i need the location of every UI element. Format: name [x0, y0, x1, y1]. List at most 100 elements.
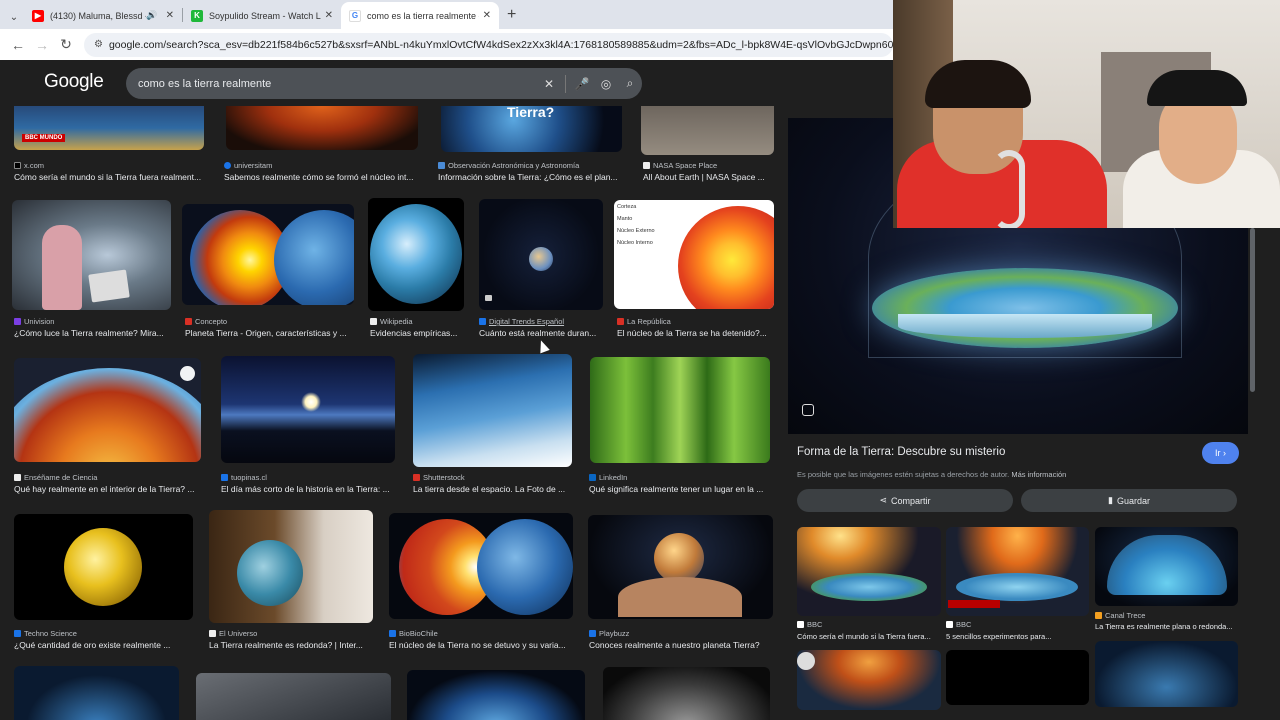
image-result[interactable]: [479, 199, 603, 310]
close-tab-icon[interactable]: ✕: [166, 10, 174, 21]
result-source[interactable]: La República: [617, 317, 671, 326]
result-caption[interactable]: La Tierra es realmente plana o redonda..…: [1095, 622, 1240, 631]
result-caption[interactable]: Qué significa realmente tener un lugar e…: [589, 484, 774, 494]
related-image[interactable]: [1095, 641, 1238, 707]
result-source[interactable]: x.com: [14, 161, 44, 170]
result-caption[interactable]: ¿Qué cantidad de oro existe realmente ..…: [14, 640, 194, 650]
related-image[interactable]: [1095, 527, 1238, 606]
tab-google[interactable]: G como es la tierra realmente - B ✕: [341, 2, 499, 29]
url-field[interactable]: ⚙ google.com/search?sca_esv=db221f584b6c…: [84, 32, 893, 57]
image-result[interactable]: [389, 513, 573, 619]
result-caption[interactable]: All About Earth | NASA Space ...: [643, 172, 773, 182]
result-source[interactable]: El Universo: [209, 629, 257, 638]
result-caption[interactable]: Planeta Tierra - Origen, características…: [185, 328, 355, 338]
result-caption[interactable]: El núcleo de la Tierra no se detuvo y su…: [389, 640, 577, 650]
image-result[interactable]: Corteza Manto Núcleo Externo Núcleo Inte…: [614, 200, 774, 309]
tab-youtube[interactable]: ▶ (4130) Maluma, Blessd - 1 c 🔊 ✕: [24, 2, 182, 29]
result-source[interactable]: Enséñame de Ciencia: [14, 473, 97, 482]
image-result[interactable]: [603, 667, 770, 720]
close-tab-icon[interactable]: ✕: [325, 10, 333, 21]
result-source[interactable]: Univision: [14, 317, 54, 326]
site-info-icon[interactable]: ⚙: [94, 39, 103, 50]
image-result[interactable]: [14, 666, 179, 720]
result-source[interactable]: universitam: [224, 161, 272, 170]
share-button[interactable]: ⋖ Compartir: [797, 489, 1013, 512]
new-tab-icon[interactable]: +: [507, 6, 516, 24]
result-source[interactable]: BioBioChile: [389, 629, 438, 638]
result-source[interactable]: BBC: [946, 620, 971, 629]
image-result[interactable]: [588, 515, 773, 619]
tab-search-icon[interactable]: ⌄: [4, 5, 24, 29]
tab-kick[interactable]: K Soypulido Stream - Watch Live ✕: [183, 2, 341, 29]
reload-icon[interactable]: ↻: [54, 36, 78, 53]
result-source[interactable]: Techno Science: [14, 629, 77, 638]
search-input[interactable]: como es la tierra realmente: [138, 78, 537, 90]
image-result[interactable]: [14, 358, 201, 462]
image-result[interactable]: [226, 106, 418, 150]
result-caption[interactable]: Cómo sería el mundo si la Tierra fuera r…: [14, 172, 209, 182]
result-caption[interactable]: La tierra desde el espacio. La Foto de .…: [413, 484, 576, 494]
image-result[interactable]: [182, 204, 354, 305]
share-label: Compartir: [891, 495, 931, 506]
result-source[interactable]: LinkedIn: [589, 473, 627, 482]
image-result[interactable]: [368, 198, 464, 311]
more-info-link[interactable]: Más información: [1011, 470, 1066, 479]
audio-icon[interactable]: 🔊: [146, 10, 157, 21]
image-result[interactable]: [221, 356, 395, 463]
result-caption[interactable]: Sabemos realmente cómo se formó el núcle…: [224, 172, 422, 182]
result-source[interactable]: Wikipedia: [370, 317, 413, 326]
result-caption[interactable]: Información sobre la Tierra: ¿Cómo es el…: [438, 172, 624, 182]
image-result[interactable]: [196, 673, 391, 720]
image-result[interactable]: [14, 514, 193, 620]
image-result[interactable]: [590, 357, 770, 463]
search-icon[interactable]: ⌕: [618, 76, 642, 91]
result-caption[interactable]: El día más corto de la historia en la Ti…: [221, 484, 401, 494]
google-logo[interactable]: Google: [44, 71, 104, 93]
save-button[interactable]: ▮ Guardar: [1021, 489, 1237, 512]
result-source[interactable]: Playbuzz: [589, 629, 629, 638]
earth-in-hands: [654, 533, 704, 583]
scrollbar[interactable]: [1250, 228, 1255, 392]
microphone-icon[interactable]: 🎤: [570, 77, 594, 91]
clear-icon[interactable]: ✕: [537, 77, 561, 91]
image-result[interactable]: BBC MUNDO: [14, 106, 204, 150]
result-caption[interactable]: Cómo sería el mundo si la Tierra fuera..…: [797, 632, 942, 641]
result-source[interactable]: Digital Trends Español: [479, 317, 564, 326]
lens-icon[interactable]: ◎: [594, 77, 618, 91]
result-source[interactable]: Concepto: [185, 317, 227, 326]
back-icon[interactable]: ←: [6, 37, 30, 53]
result-caption[interactable]: Conoces realmente a nuestro planeta Tier…: [589, 640, 774, 650]
image-result[interactable]: [641, 106, 774, 155]
search-box[interactable]: como es la tierra realmente ✕ 🎤 ◎ ⌕: [126, 68, 642, 99]
tablet-shape: [88, 269, 130, 303]
result-source[interactable]: Observación Astronómica y Astronomía: [438, 161, 579, 170]
image-result[interactable]: [407, 670, 585, 720]
result-caption[interactable]: La Tierra realmente es redonda? | Inter.…: [209, 640, 377, 650]
image-result[interactable]: [413, 354, 572, 467]
result-caption[interactable]: ¿Cómo luce la Tierra realmente? Mira...: [14, 328, 174, 338]
result-source[interactable]: NASA Space Place: [643, 161, 717, 170]
result-caption[interactable]: El núcleo de la Tierra se ha detenido?..…: [617, 328, 777, 338]
result-caption[interactable]: 5 sencillos experimentos para...: [946, 632, 1091, 641]
result-source[interactable]: BBC: [797, 620, 822, 629]
result-source[interactable]: Shutterstock: [413, 473, 465, 482]
url-text: google.com/search?sca_esv=db221f584b6c52…: [108, 38, 893, 51]
image-result[interactable]: [209, 510, 373, 623]
close-tab-icon[interactable]: ✕: [483, 10, 491, 21]
related-image[interactable]: [797, 650, 941, 710]
related-image[interactable]: [946, 650, 1089, 705]
result-caption[interactable]: Cuánto está realmente duran...: [479, 328, 604, 338]
result-caption[interactable]: Qué hay realmente en el interior de la T…: [14, 484, 204, 494]
go-button[interactable]: Ir ›: [1202, 442, 1239, 464]
panel-title[interactable]: Forma de la Tierra: Descubre su misterio: [797, 446, 1005, 458]
result-source[interactable]: Canal Trece: [1095, 611, 1145, 620]
result-source[interactable]: tuopinas.cl: [221, 473, 267, 482]
related-image[interactable]: [797, 527, 941, 616]
lens-icon[interactable]: [802, 404, 814, 416]
site-icon: [1095, 612, 1102, 619]
result-caption[interactable]: Evidencias empíricas...: [370, 328, 470, 338]
forward-icon[interactable]: →: [30, 37, 54, 53]
image-result[interactable]: [12, 200, 171, 310]
related-image[interactable]: [946, 527, 1089, 616]
image-result[interactable]: Tierra?: [441, 106, 622, 152]
